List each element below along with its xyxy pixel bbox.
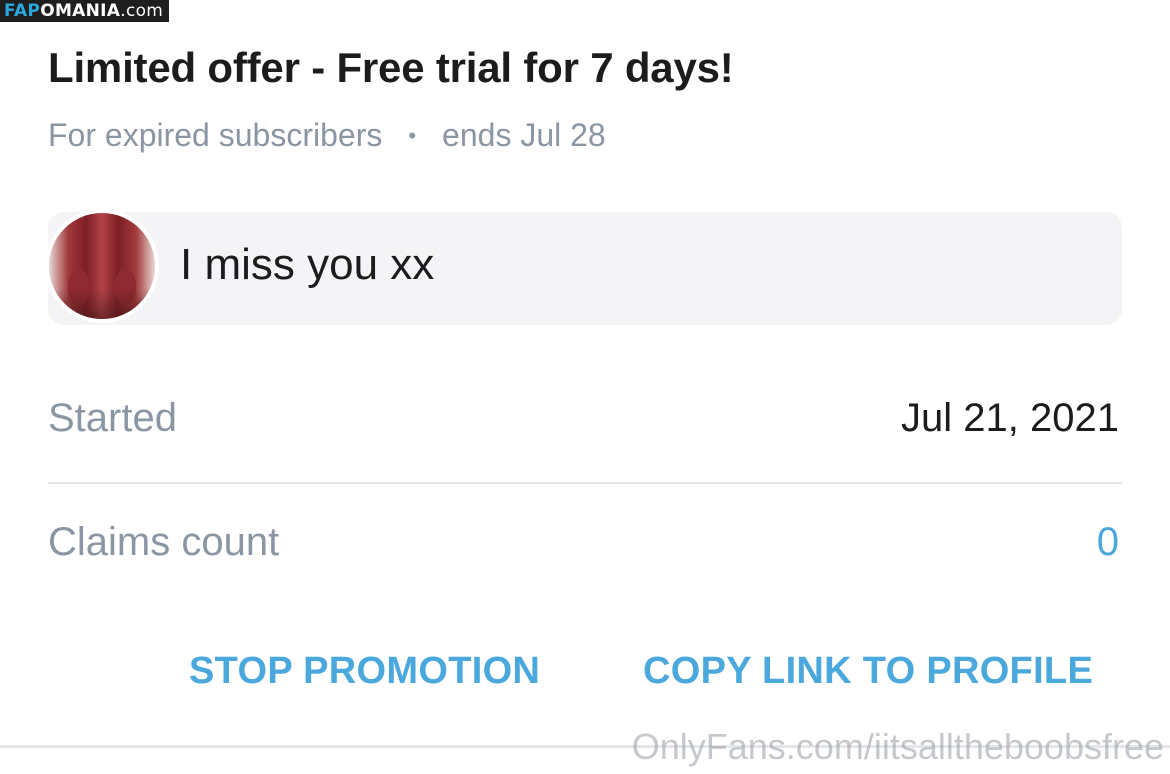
offer-subtitle: For expired subscribers • ends Jul 28 — [48, 117, 606, 154]
watermark-logo: FAP OMANIA .com — [0, 0, 170, 22]
stop-promotion-button[interactable]: STOP PROMOTION — [189, 650, 540, 693]
watermark-url: OnlyFans.com/iitsalltheboobsfree — [631, 726, 1164, 767]
watermark-logo-part1: FAP — [4, 1, 41, 21]
watermark-logo-part3: .com — [120, 1, 164, 21]
avatar-image — [49, 213, 155, 319]
avatar[interactable] — [45, 209, 159, 323]
copy-link-button[interactable]: COPY LINK TO PROFILE — [643, 650, 1093, 693]
promo-message-text: I miss you xx — [180, 240, 435, 289]
row-divider — [48, 482, 1122, 484]
offer-title: Limited offer - Free trial for 7 days! — [48, 44, 734, 91]
started-label: Started — [48, 396, 177, 440]
claims-count-value[interactable]: 0 — [1097, 520, 1119, 565]
separator-dot: • — [408, 122, 417, 148]
offer-end-date: ends Jul 28 — [442, 117, 606, 153]
started-date: Jul 21, 2021 — [901, 396, 1119, 440]
claims-count-label: Claims count — [48, 520, 280, 564]
offer-audience: For expired subscribers — [48, 117, 383, 153]
watermark-logo-part2: OMANIA — [40, 1, 121, 21]
